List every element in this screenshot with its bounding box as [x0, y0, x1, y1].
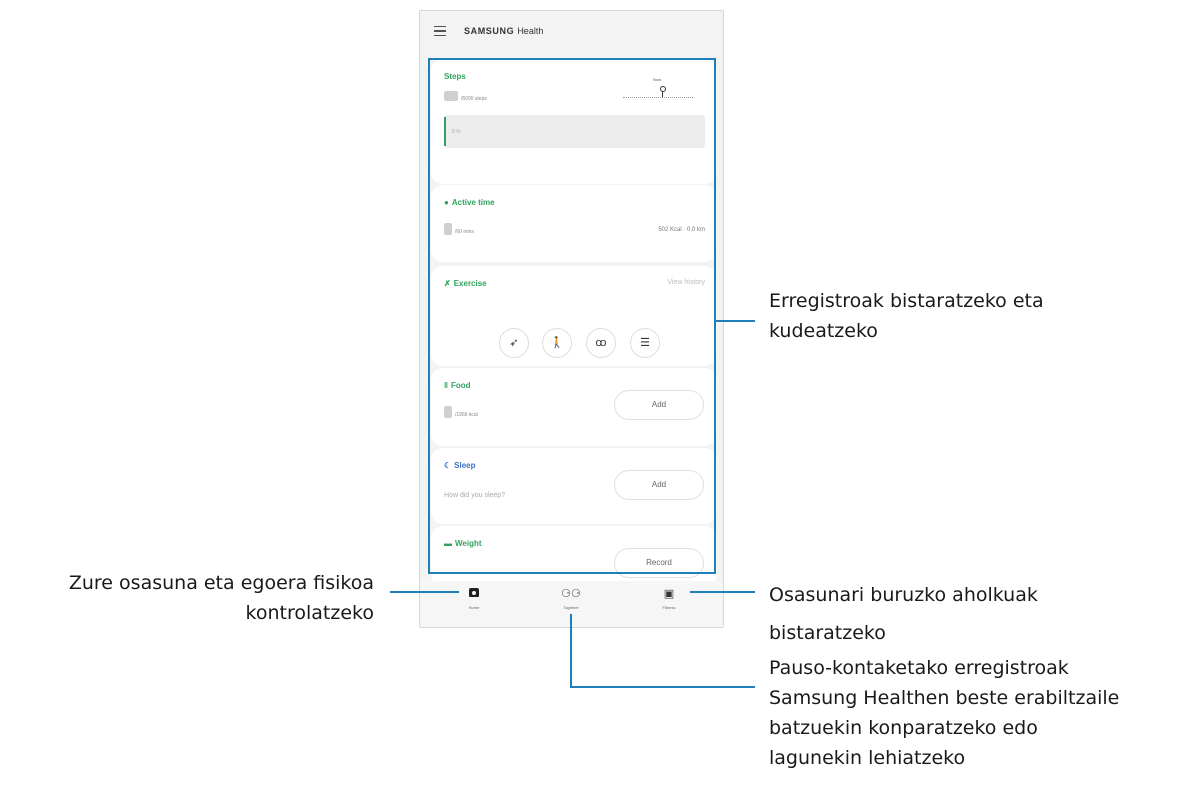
exercise-title: ✗ Exercise	[444, 279, 487, 288]
steps-progress-label: 0 %	[452, 129, 461, 135]
app-title: SAMSUNG Health	[464, 26, 544, 36]
together-leader-vertical	[570, 614, 572, 688]
app-bar: SAMSUNG Health	[420, 11, 723, 55]
sleep-title: ☾ Sleep	[444, 461, 476, 470]
fitness-leader	[690, 591, 755, 593]
callout-home: Zure osasuna eta egoera fisikoa kontrolat…	[68, 572, 374, 624]
sleep-question: How did you sleep?	[444, 492, 506, 499]
sleep-icon: ☾	[444, 461, 452, 470]
callout-fitness: Osasunari buruzko aholkuak bistaratzeko	[769, 584, 1038, 644]
active-time-title: ● Active time	[444, 198, 495, 207]
nav-together[interactable]: ⚆⚆ Together	[541, 587, 601, 610]
sleep-card[interactable]: ☾ Sleep How did you sleep? Add	[431, 448, 717, 524]
pin-label: Now	[653, 77, 662, 82]
steps-card[interactable]: Steps /6000 steps Now 0 %	[431, 59, 717, 184]
exercise-icon: ✗	[444, 279, 451, 288]
steps-pin-icon	[660, 86, 666, 92]
active-stats: 502 Kcal · 0.0 km	[658, 227, 705, 233]
steps-title: Steps	[444, 72, 466, 81]
exercise-card[interactable]: ✗ Exercise View history ➶ 🚶 ꝏ ☰	[431, 266, 717, 366]
nav-home-label: Home	[468, 605, 480, 610]
active-time-card[interactable]: ● Active time /60 mins 502 Kcal · 0.0 km	[431, 185, 717, 262]
active-time-icon: ●	[444, 198, 449, 207]
fitness-icon: ▣	[663, 587, 675, 600]
steps-count	[444, 91, 458, 101]
view-history-link[interactable]: View history	[667, 279, 705, 286]
food-card[interactable]: ǁ Food /1966 kcal Add	[431, 368, 717, 446]
nav-fitness-label: Fitness	[662, 605, 676, 610]
bike-icon[interactable]: ꝏ	[586, 328, 616, 358]
weight-card[interactable]: ▬ Weight Record	[431, 526, 717, 586]
phone-screen: SAMSUNG Health Steps /6000 steps Now 0 %…	[419, 10, 724, 628]
food-kcal	[444, 406, 452, 418]
steps-progress: 0 %	[444, 115, 705, 148]
weight-icon: ▬	[444, 539, 452, 548]
food-add-button[interactable]: Add	[614, 390, 704, 420]
home-icon	[444, 587, 504, 601]
active-minutes	[444, 223, 452, 235]
active-goal: /60 mins	[455, 229, 474, 235]
callout-together: Pauso-kontaketako erregistroak Samsung He…	[769, 657, 1120, 769]
home-leader	[390, 591, 459, 593]
together-leader-horizontal	[570, 686, 755, 688]
together-icon: ⚆⚆	[561, 587, 581, 600]
sleep-add-button[interactable]: Add	[614, 470, 704, 500]
steps-timeline	[623, 97, 693, 98]
run-icon[interactable]: ➶	[499, 328, 529, 358]
walk-icon[interactable]: 🚶	[542, 328, 572, 358]
nav-together-label: Together	[563, 605, 579, 610]
steps-goal: /6000 steps	[461, 96, 487, 102]
weight-record-button[interactable]: Record	[614, 548, 704, 578]
weight-title: ▬ Weight	[444, 539, 482, 548]
records-leader	[716, 320, 755, 322]
food-goal: /1966 kcal	[455, 412, 478, 418]
steps-progress-accent	[444, 117, 446, 146]
food-title: ǁ Food	[444, 381, 471, 390]
callout-records: Erregistroak bistaratzeko eta kudeatzeko	[769, 290, 1044, 342]
list-icon[interactable]: ☰	[630, 328, 660, 358]
food-icon: ǁ	[444, 381, 448, 390]
menu-icon[interactable]	[434, 26, 446, 37]
